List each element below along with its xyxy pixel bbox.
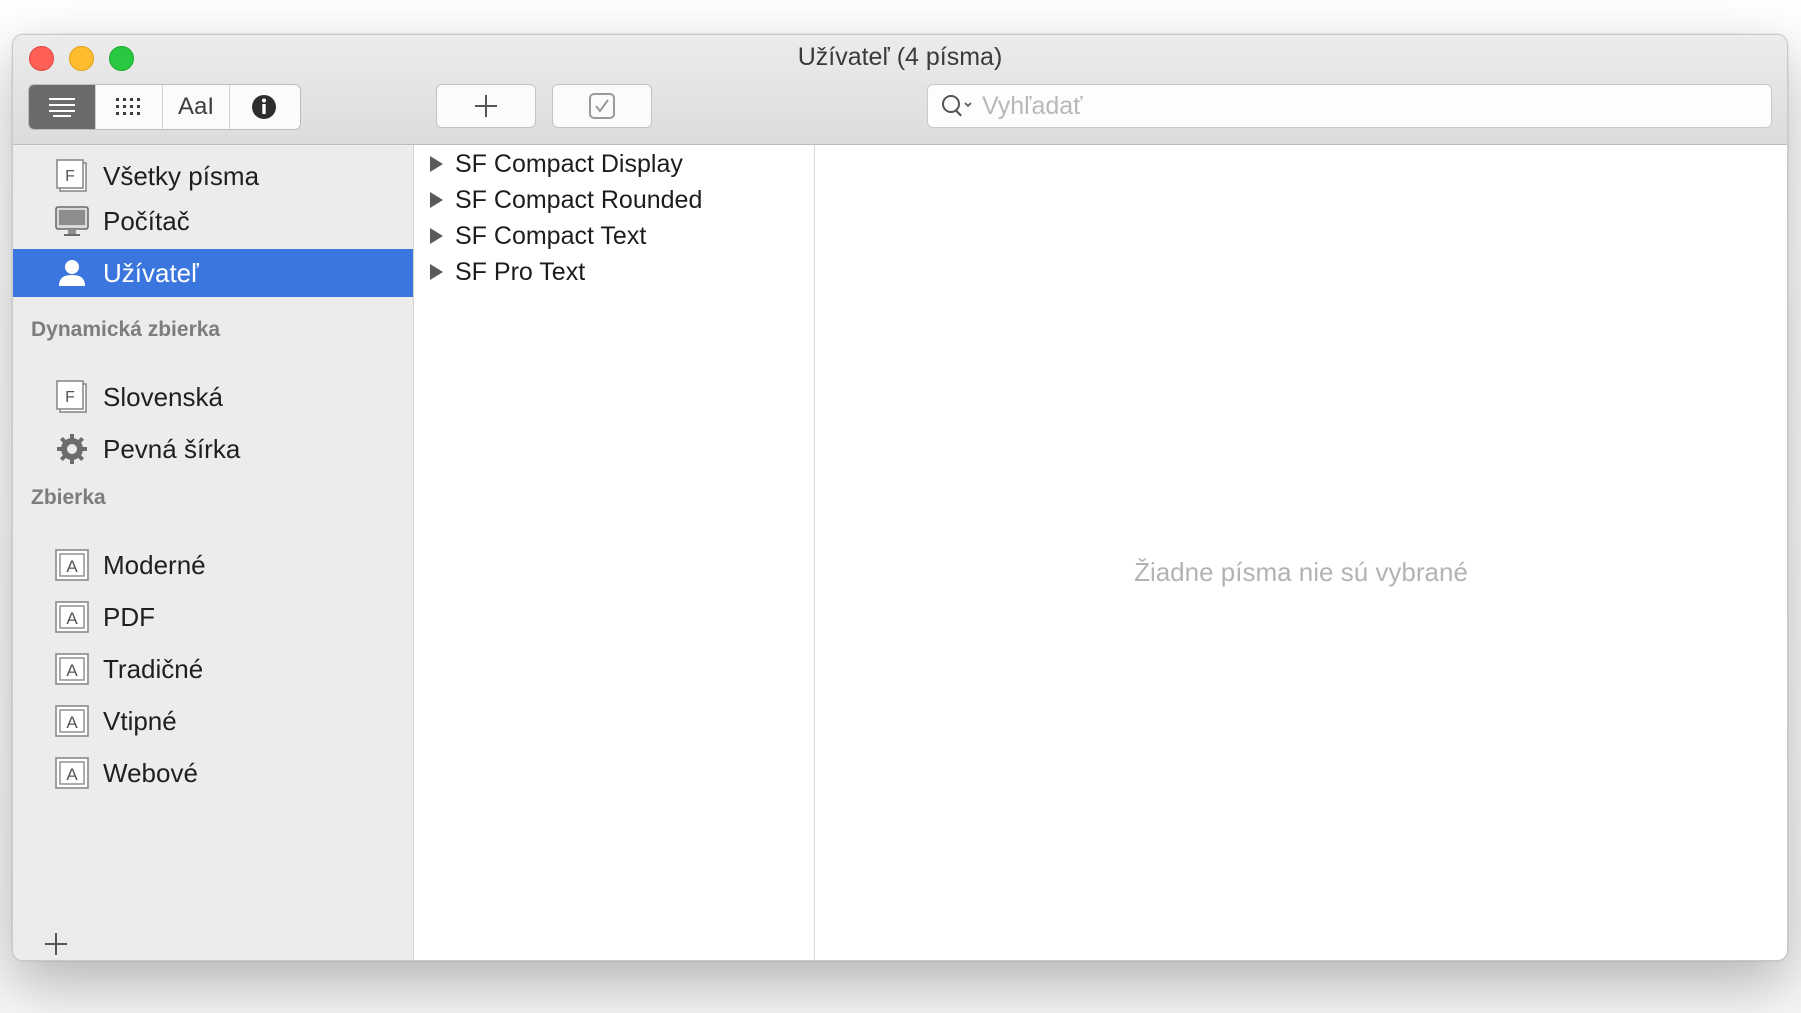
collection-a-icon: A [55,548,89,582]
sidebar-item-label: Pevná šírka [103,433,241,464]
svg-text:A: A [66,765,78,784]
add-collection-button[interactable] [43,931,69,957]
add-font-button[interactable] [436,84,536,128]
info-view-button[interactable] [230,85,297,129]
plus-icon [45,933,67,955]
disclosure-triangle-icon[interactable] [430,192,443,208]
list-item[interactable]: SF Compact Rounded [430,183,702,217]
sidebar-item-label: Tradičné [103,653,204,684]
list-view-button[interactable] [29,85,96,129]
validate-font-button[interactable] [552,84,652,128]
collection-a-icon: A [55,652,89,686]
font-collection-icon: F [55,380,89,414]
gear-icon [55,432,89,466]
svg-text:A: A [66,661,78,680]
section-title-dynamic: Dynamická zbierka [31,318,221,341]
sidebar-item-label: Moderné [103,549,206,580]
sidebar-item-webove[interactable]: A Webové [13,749,413,797]
sidebar-item-label: Všetky písma [103,160,260,191]
sidebar-item-vtipne[interactable]: A Vtipné [13,697,413,745]
list-item[interactable]: SF Pro Text [430,255,585,289]
disclosure-triangle-icon[interactable] [430,156,443,172]
checkbox-icon [589,93,615,119]
sidebar-item-all-fonts[interactable]: F Všetky písma [13,152,413,200]
info-icon [251,95,276,119]
view-mode-control: AaI [28,84,301,130]
text-sample-icon: AaI [177,93,215,120]
sidebar-item-user[interactable]: Užívateľ [13,249,413,297]
collection-a-icon: A [55,756,89,790]
sidebar-item-label: Slovenská [103,381,223,412]
grid-view-button[interactable] [96,85,163,129]
font-book-window: Užívateľ (4 písma) AaI Vyhľadať F Všetky… [12,34,1788,961]
sidebar-item-tradicne[interactable]: A Tradičné [13,645,413,693]
collection-a-icon: A [55,704,89,738]
list-lines-icon [49,98,75,117]
svg-text:A: A [66,557,78,576]
sidebar-item-slovenska[interactable]: F Slovenská [13,373,413,421]
font-family-list: SF Compact Display SF Compact Rounded SF… [414,145,815,960]
svg-text:F: F [65,389,75,406]
title-bar: Užívateľ (4 písma) AaI Vyhľadať [13,35,1787,145]
search-field[interactable] [927,84,1772,128]
family-name: SF Compact Display [455,149,683,178]
sidebar-item-label: PDF [103,601,155,632]
list-item[interactable]: SF Compact Display [430,147,683,181]
family-name: SF Compact Text [455,221,647,250]
list-item[interactable]: SF Compact Text [430,219,646,253]
svg-text:A: A [66,609,78,628]
sidebar-item-moderne[interactable]: A Moderné [13,541,413,589]
section-title-collection: Zbierka [31,486,106,509]
font-collection-icon: F [55,159,89,193]
sidebar-item-label: Vtipné [103,705,177,736]
sample-view-button[interactable]: AaI [163,85,230,129]
user-icon [55,256,89,290]
sidebar-item-label: Webové [103,757,198,788]
empty-selection-message: Žiadne písma nie sú vybrané [1134,557,1468,587]
family-name: SF Pro Text [455,257,586,286]
sidebar-item-label: Užívateľ [103,257,199,288]
sidebar: F Všetky písma Počítač Užívateľ Dynamick… [13,145,414,960]
svg-text:A: A [66,713,78,732]
plus-icon [475,95,497,117]
computer-icon [55,204,89,238]
svg-text:F: F [65,168,75,185]
sidebar-item-computer[interactable]: Počítač [13,197,413,245]
preview-pane: Žiadne písma nie sú vybrané [815,145,1787,960]
grid-dots-icon [116,98,140,115]
search-icon [942,95,972,117]
disclosure-triangle-icon[interactable] [430,264,443,280]
sidebar-item-label: Počítač [103,205,190,236]
disclosure-triangle-icon[interactable] [430,228,443,244]
search-input[interactable] [980,90,1744,122]
window-title: Užívateľ (4 písma) [797,43,1003,71]
sidebar-item-fixed-width[interactable]: Pevná šírka [13,425,413,473]
sidebar-item-pdf[interactable]: A PDF [13,593,413,641]
family-name: SF Compact Rounded [455,185,703,214]
collection-a-icon: A [55,600,89,634]
